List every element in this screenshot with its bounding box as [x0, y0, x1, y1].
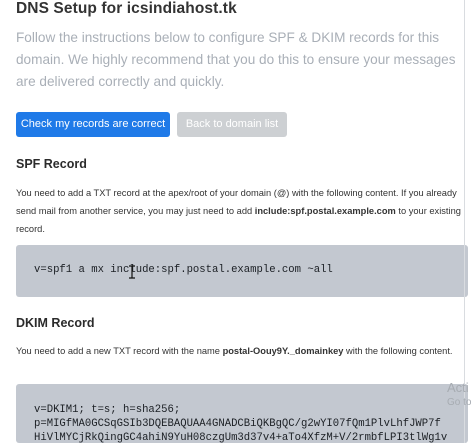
window-right-edge — [464, 0, 465, 443]
page-title: DNS Setup for icsindiahost.tk — [16, 0, 237, 17]
dkim-record-line: v=DKIM1; t=s; h=sha256; — [34, 404, 181, 416]
dkim-instructions: You need to add a new TXT record with th… — [16, 342, 461, 360]
dkim-record-line: p=MIGfMA0GCSqGSIb3DQEBAQUAA4GNADCBiQKBgQ… — [34, 418, 441, 430]
spf-instructions: You need to add a TXT record at the apex… — [16, 184, 461, 238]
spf-record-value: v=spf1 a mx include:spf.postal.example.c… — [34, 264, 333, 276]
dkim-record-name: postal-Oouy9Y._domainkey — [222, 346, 344, 356]
dkim-text-after: with the following content. — [343, 346, 453, 356]
dkim-record-box[interactable]: v=DKIM1; t=s; h=sha256; p=MIGfMA0GCSqGSI… — [16, 384, 468, 443]
text-cursor-icon — [129, 265, 135, 279]
spf-section-title: SPF Record — [16, 157, 87, 171]
watermark-line: Acti — [447, 380, 469, 395]
back-to-domain-list-button[interactable]: Back to domain list — [177, 112, 287, 137]
intro-text: Follow the instructions below to configu… — [16, 30, 456, 89]
dkim-section-title: DKIM Record — [16, 316, 95, 330]
windows-activation-watermark: Acti Go to — [447, 380, 474, 410]
dns-setup-page: DNS Setup for icsindiahost.tk Follow the… — [0, 0, 468, 443]
spf-include-value: include:spf.postal.example.com — [254, 206, 396, 216]
dkim-text-before: You need to add a new TXT record with th… — [16, 346, 223, 356]
check-records-button[interactable]: Check my records are correct — [16, 112, 170, 137]
watermark-line: Go to — [447, 397, 472, 408]
dkim-record-line: HiVlMYCjRkQingGC4ahiN9YuH08czgUm3d37v4+a… — [34, 432, 448, 443]
spf-record-box[interactable]: v=spf1 a mx include:spf.postal.example.c… — [16, 245, 468, 297]
